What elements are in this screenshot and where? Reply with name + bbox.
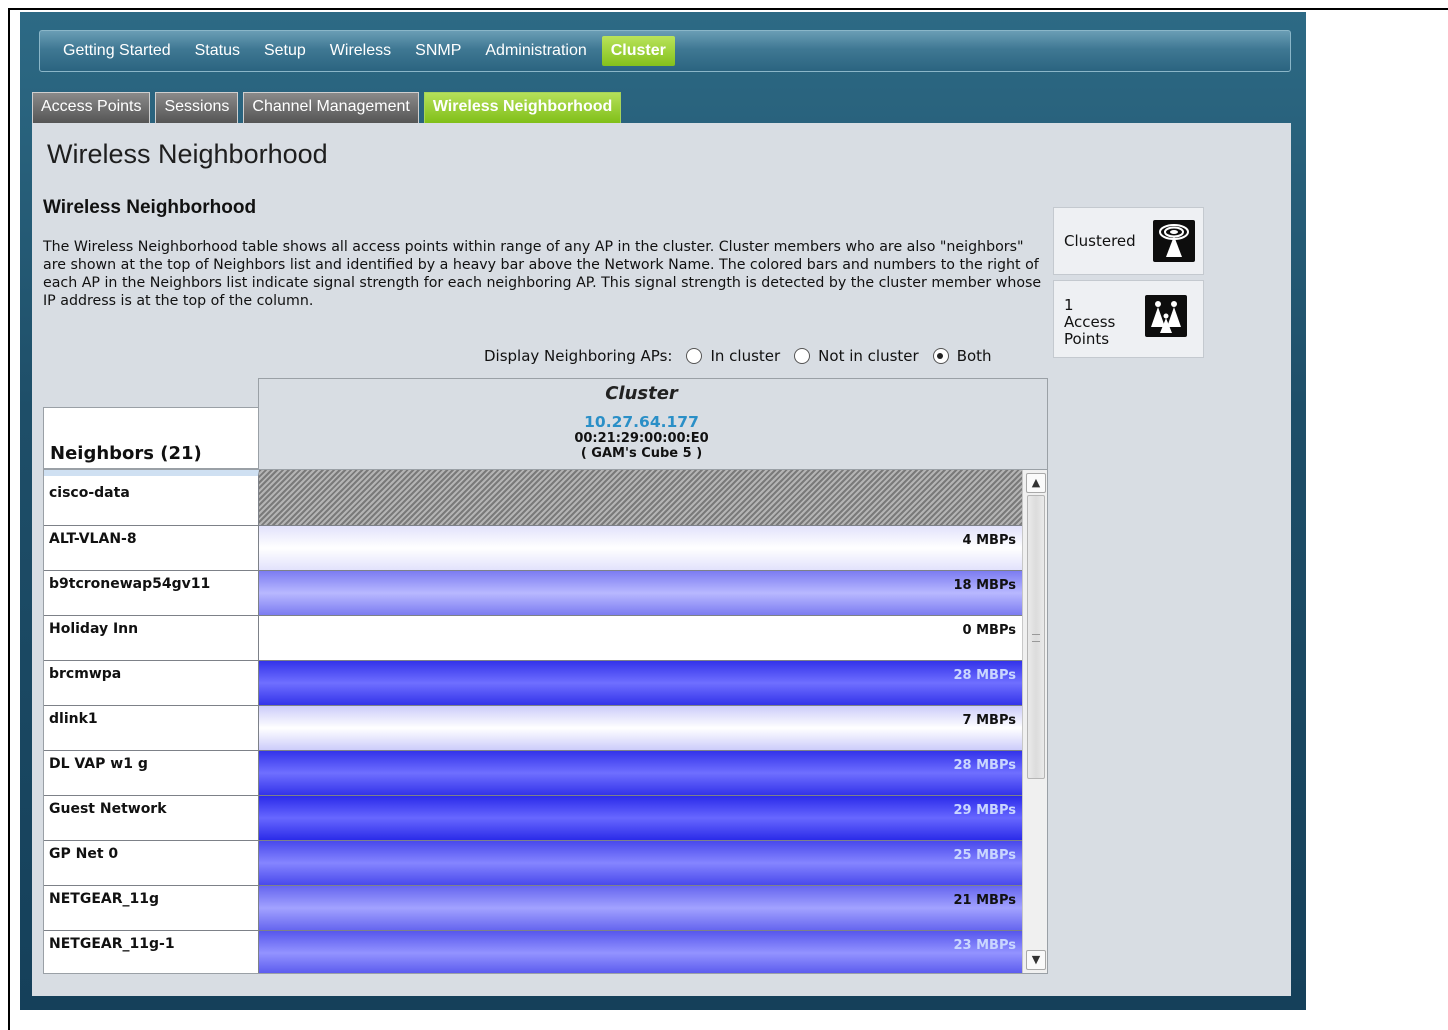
signal-strength-bar xyxy=(259,470,1022,525)
signal-strength-bar: 7 MBPs xyxy=(259,706,1022,750)
signal-strength-bar: 28 MBPs xyxy=(259,661,1022,705)
table-row[interactable]: ALT-VLAN-8 4 MBPs xyxy=(44,526,1022,571)
neighbors-table-body: cisco-data ALT-VLAN-8 4 MBPs b9tcronewap54g… xyxy=(43,469,1048,974)
cluster-title: Cluster xyxy=(605,383,678,404)
neighbor-name: Holiday Inn xyxy=(44,616,259,660)
cluster-member-mac: 00:21:29:00:00:E0 xyxy=(574,431,709,446)
ap-label-line1: Access xyxy=(1064,313,1116,331)
nav-wireless[interactable]: Wireless xyxy=(321,36,400,66)
cluster-column-header: Cluster 10.27.64.177 00:21:29:00:00:E0 (… xyxy=(258,378,1048,469)
table-row[interactable]: brcmwpa 28 MBPs xyxy=(44,661,1022,706)
signal-rate-label: 4 MBPs xyxy=(962,533,1016,548)
table-scrollbar[interactable]: ▲ ▼ xyxy=(1022,470,1047,973)
sub-tab-bar: Access Points Sessions Channel Managemen… xyxy=(32,92,626,123)
table-row[interactable]: cisco-data xyxy=(44,470,1022,526)
radio-not-in-cluster[interactable] xyxy=(794,348,811,364)
table-row[interactable]: NETGEAR_11g-1 23 MBPs xyxy=(44,931,1022,973)
neighbor-name: NETGEAR_11g-1 xyxy=(44,931,259,973)
neighbor-name: NETGEAR_11g xyxy=(44,886,259,930)
neighbor-name: dlink1 xyxy=(44,706,259,750)
nav-setup[interactable]: Setup xyxy=(255,36,315,66)
display-filter: Display Neighboring APs: In cluster Not … xyxy=(484,345,992,367)
signal-rate-label: 25 MBPs xyxy=(953,848,1017,863)
tab-sessions[interactable]: Sessions xyxy=(155,92,239,123)
neighbor-name: b9tcronewap54gv11 xyxy=(44,571,259,615)
neighbors-count-label: Neighbors (21) xyxy=(50,443,202,464)
signal-rate-label: 21 MBPs xyxy=(953,893,1017,908)
radio-in-cluster[interactable] xyxy=(686,348,703,364)
signal-rate-label: 28 MBPs xyxy=(953,758,1017,773)
clustered-status-box: Clustered xyxy=(1053,207,1204,275)
nav-administration[interactable]: Administration xyxy=(476,36,595,66)
content-panel: Wireless Neighborhood Wireless Neighborh… xyxy=(32,123,1291,996)
tab-wireless-neighborhood[interactable]: Wireless Neighborhood xyxy=(423,92,622,123)
table-row[interactable]: Holiday Inn 0 MBPs xyxy=(44,616,1022,661)
signal-strength-bar: 23 MBPs xyxy=(259,931,1022,973)
scroll-down-button[interactable]: ▼ xyxy=(1026,950,1046,970)
section-title: Wireless Neighborhood xyxy=(43,197,257,218)
ap-count: 1 xyxy=(1064,296,1074,314)
signal-rate-label: 28 MBPs xyxy=(953,668,1017,683)
signal-strength-bar: 28 MBPs xyxy=(259,751,1022,795)
signal-strength-bar: 29 MBPs xyxy=(259,796,1022,840)
neighbor-name: ALT-VLAN-8 xyxy=(44,526,259,570)
signal-rate-label: 18 MBPs xyxy=(953,578,1017,593)
section-description: The Wireless Neighborhood table shows al… xyxy=(43,239,1042,309)
main-navigation: Getting Started Status Setup Wireless SN… xyxy=(39,30,1291,72)
cluster-member-ip[interactable]: 10.27.64.177 xyxy=(259,413,1024,431)
signal-strength-bar: 4 MBPs xyxy=(259,526,1022,570)
nav-cluster[interactable]: Cluster xyxy=(601,36,675,66)
neighbor-name: GP Net 0 xyxy=(44,841,259,885)
tab-channel-management[interactable]: Channel Management xyxy=(243,92,419,123)
signal-strength-bar: 18 MBPs xyxy=(259,571,1022,615)
signal-rate-label: 7 MBPs xyxy=(962,713,1016,728)
app-shell: Getting Started Status Setup Wireless SN… xyxy=(20,12,1306,1010)
radio-in-cluster-label[interactable]: In cluster xyxy=(710,347,780,365)
signal-strength-bar: 0 MBPs xyxy=(259,616,1022,660)
radio-both-label[interactable]: Both xyxy=(957,347,992,365)
neighbor-name: brcmwpa xyxy=(44,661,259,705)
table-row[interactable]: Guest Network 29 MBPs xyxy=(44,796,1022,841)
signal-strength-bar: 21 MBPs xyxy=(259,886,1022,930)
access-points-status-box: 1 Access Points xyxy=(1053,280,1204,358)
nav-snmp[interactable]: SNMP xyxy=(406,36,470,66)
scroll-grip-icon xyxy=(1032,634,1040,642)
table-row[interactable]: GP Net 0 25 MBPs xyxy=(44,841,1022,886)
ap-label-line2: Points xyxy=(1064,330,1110,348)
table-row[interactable]: dlink1 7 MBPs xyxy=(44,706,1022,751)
tab-access-points[interactable]: Access Points xyxy=(32,92,151,123)
neighbor-name: DL VAP w1 g xyxy=(44,751,259,795)
signal-rate-label: 23 MBPs xyxy=(953,938,1017,953)
neighbors-column-header: Neighbors (21) xyxy=(43,407,259,469)
radio-not-in-cluster-label[interactable]: Not in cluster xyxy=(818,347,919,365)
neighbor-name: Guest Network xyxy=(44,796,259,840)
cluster-antenna-icon xyxy=(1153,220,1195,262)
access-points-icon xyxy=(1145,295,1187,337)
radio-both[interactable] xyxy=(932,348,949,364)
signal-rate-label: 29 MBPs xyxy=(953,803,1017,818)
signal-rate-label: 0 MBPs xyxy=(962,623,1016,638)
scroll-up-button[interactable]: ▲ xyxy=(1026,473,1046,493)
display-filter-label: Display Neighboring APs: xyxy=(484,347,673,365)
page-title: Wireless Neighborhood xyxy=(47,139,328,169)
nav-getting-started[interactable]: Getting Started xyxy=(54,36,180,66)
signal-strength-bar: 25 MBPs xyxy=(259,841,1022,885)
table-row[interactable]: NETGEAR_11g 21 MBPs xyxy=(44,886,1022,931)
nav-status[interactable]: Status xyxy=(186,36,249,66)
scroll-thumb[interactable] xyxy=(1027,495,1045,779)
table-row[interactable]: DL VAP w1 g 28 MBPs xyxy=(44,751,1022,796)
neighbor-name: cisco-data xyxy=(44,470,259,525)
clustered-label: Clustered xyxy=(1064,232,1136,250)
cluster-member-name: ( GAM's Cube 5 ) xyxy=(580,446,703,461)
table-row[interactable]: b9tcronewap54gv11 18 MBPs xyxy=(44,571,1022,616)
